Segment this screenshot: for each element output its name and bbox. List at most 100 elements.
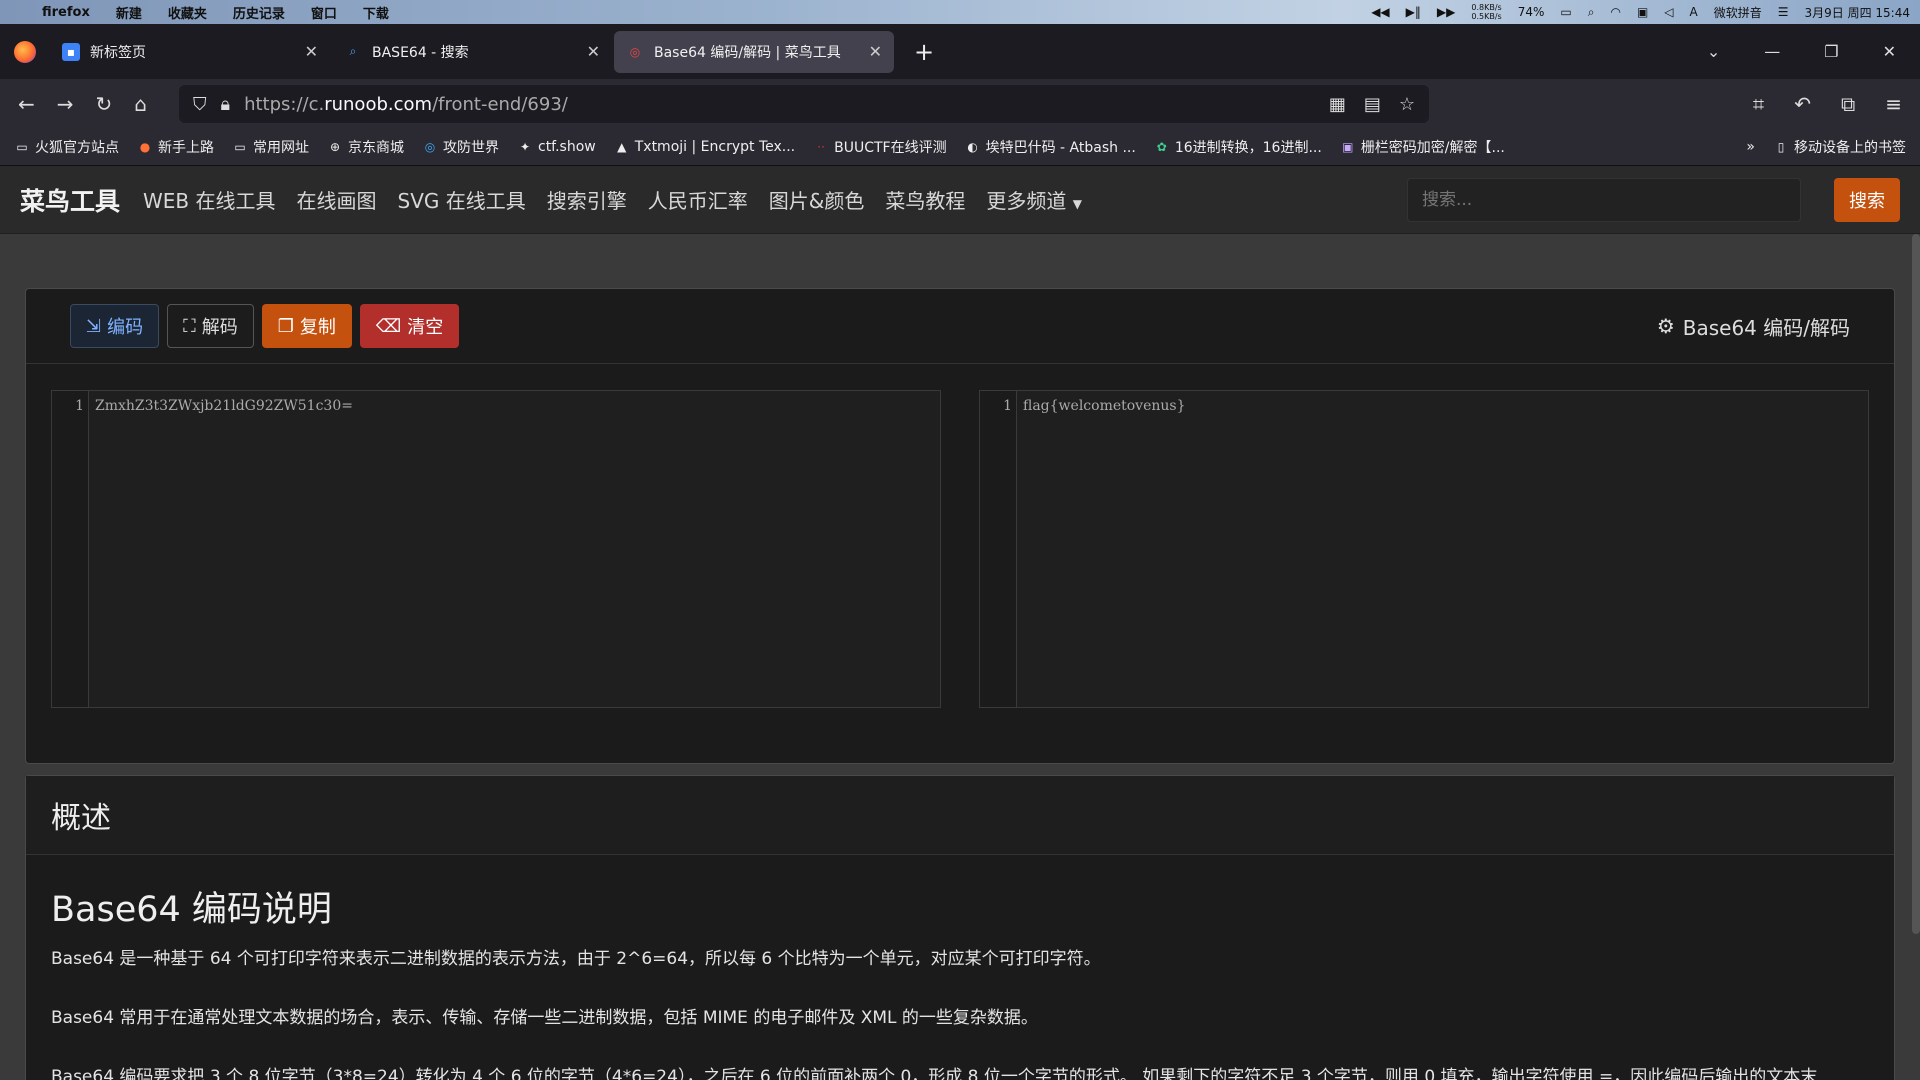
bookmarks-bar: ▭ 火狐官方站点 ● 新手上路 ▭ 常用网址 ⊕ 京东商城 ◎ 攻防世界 ✦ ctf.sho… xyxy=(0,129,1920,166)
tab-base64-search[interactable]: ⌕ BASE64 - 搜索 ✕ xyxy=(332,31,612,73)
site-brand[interactable]: 菜鸟工具 xyxy=(20,182,120,218)
copy-button[interactable]: ❐ 复制 xyxy=(261,304,352,348)
menu-bar: firefox 新建 收藏夹 历史记录 窗口 下载 ◀◀ ▶‖ ▶▶ 0.8KB… xyxy=(0,0,1920,24)
tool-toolbar: ⇲ 编码 ⛶ 解码 ❐ 复制 ⌫ 清空 ⚙ Base64 编码/解码 xyxy=(26,289,1894,364)
nav-rmb-rate[interactable]: 人民币汇率 xyxy=(648,185,748,214)
spotlight-icon[interactable]: ⌕ xyxy=(1588,5,1595,20)
reload-icon[interactable]: ↻ xyxy=(96,92,113,116)
bookmark-item[interactable]: ▲ Txtmoji | Encrypt Tex... xyxy=(614,139,795,155)
encode-label: 编码 xyxy=(107,317,144,338)
base64-tool-panel: ⇲ 编码 ⛶ 解码 ❐ 复制 ⌫ 清空 ⚙ Base64 编码/解码 1 Zmx… xyxy=(25,288,1895,764)
tab-base64-tool[interactable]: ◎ Base64 编码/解码 | 菜鸟工具 ✕ xyxy=(614,30,894,73)
bookmark-item[interactable]: ▭ 常用网址 xyxy=(232,137,309,157)
close-window-icon[interactable]: ✕ xyxy=(1883,42,1896,61)
display-icon[interactable]: ▣ xyxy=(1637,5,1648,19)
forward-icon[interactable]: ▶▶ xyxy=(1437,5,1455,19)
bookmark-item[interactable]: ◎ 攻防世界 xyxy=(422,137,499,157)
back-icon[interactable]: ← xyxy=(18,92,35,116)
bookmark-item[interactable]: ▭ 火狐官方站点 xyxy=(14,137,119,157)
list-tabs-icon[interactable]: ⌄ xyxy=(1707,42,1720,61)
menu-item-download[interactable]: 下载 xyxy=(363,3,389,22)
menu-icon[interactable]: ≡ xyxy=(1885,92,1902,116)
volume-icon[interactable]: ◁ xyxy=(1664,5,1673,19)
wifi-icon[interactable]: ◠ xyxy=(1610,5,1620,19)
close-icon[interactable]: ✕ xyxy=(869,42,882,61)
encode-button[interactable]: ⇲ 编码 xyxy=(70,304,160,348)
control-center-icon[interactable]: ☰ xyxy=(1778,5,1789,19)
reader-view-icon[interactable]: ▤ xyxy=(1364,94,1381,115)
lock-icon[interactable]: 🔒︎ xyxy=(221,94,231,115)
decode-button[interactable]: ⛶ 解码 xyxy=(167,304,254,348)
bookmark-item[interactable]: ● 新手上路 xyxy=(137,137,214,157)
url-text[interactable]: https://c.runoob.com/front-end/693/ xyxy=(244,94,1315,115)
menu-item-favorites[interactable]: 收藏夹 xyxy=(168,3,207,22)
nav-image-color[interactable]: 图片&颜色 xyxy=(769,185,865,214)
input-editor[interactable]: 1 ZmxhZ3t3ZWxjb21ldG92ZW51c30= xyxy=(51,390,941,708)
minimize-icon[interactable]: — xyxy=(1764,42,1780,61)
triangle-icon: ▲ xyxy=(617,140,627,154)
screenshot-icon[interactable]: ⌗ xyxy=(1753,92,1764,116)
mobile-bookmarks[interactable]: ▯ 移动设备上的书签 xyxy=(1773,137,1906,157)
site-icon: ◐ xyxy=(967,140,978,154)
site-icon: ·· xyxy=(817,140,825,154)
input-source-icon[interactable]: A xyxy=(1690,5,1698,19)
menu-item-window[interactable]: 窗口 xyxy=(311,3,337,22)
eraser-icon: ⌫ xyxy=(375,315,402,337)
menu-app-name[interactable]: firefox xyxy=(42,5,90,20)
runner-icon: ✦ xyxy=(519,140,531,154)
site-icon: ▣ xyxy=(1342,140,1354,154)
bookmark-item[interactable]: ▣ 栅栏密码加密/解密【... xyxy=(1340,137,1505,157)
bookmark-item[interactable]: ⊕ 京东商城 xyxy=(327,137,404,157)
tracking-shield-icon[interactable]: ⛉ xyxy=(193,94,207,115)
extensions-icon[interactable]: ⧉ xyxy=(1841,92,1855,116)
bookmark-item[interactable]: ·· BUUCTF在线评测 xyxy=(813,137,946,157)
nav-svg-tools[interactable]: SVG 在线工具 xyxy=(398,185,526,214)
output-editor[interactable]: 1 flag{welcometovenus} xyxy=(979,390,1869,708)
line-number: 1 xyxy=(980,391,1017,707)
caret-down-icon: ▼ xyxy=(1072,197,1082,211)
rewind-icon[interactable]: ◀◀ xyxy=(1371,5,1389,19)
tab-title: Base64 编码/解码 | 菜鸟工具 xyxy=(654,44,841,61)
new-tab-icon: ▪ xyxy=(62,42,80,61)
page-scrollbar[interactable] xyxy=(1912,234,1920,934)
copy-label: 复制 xyxy=(299,317,336,338)
clear-button[interactable]: ⌫ 清空 xyxy=(359,304,460,348)
tab-new-tab[interactable]: ▪ 新标签页 ✕ xyxy=(50,31,330,73)
folder-icon: ▭ xyxy=(16,140,28,154)
bookmark-item[interactable]: ✿ 16进制转换，16进制... xyxy=(1154,137,1322,157)
bookmark-item[interactable]: ◐ 埃特巴什码 - Atbash ... xyxy=(965,137,1135,157)
menu-item-history[interactable]: 历史记录 xyxy=(233,3,285,22)
forward-icon[interactable]: → xyxy=(57,92,74,116)
close-icon[interactable]: ✕ xyxy=(587,42,600,61)
clock[interactable]: 3月9日 周四 15:44 xyxy=(1805,4,1910,21)
bookmark-item[interactable]: ✦ ctf.show xyxy=(517,139,596,155)
ime-label[interactable]: 微软拼音 xyxy=(1714,4,1762,21)
menu-item-new[interactable]: 新建 xyxy=(116,3,142,22)
nav-online-drawing[interactable]: 在线画图 xyxy=(297,185,377,214)
expand-icon: ⛶ xyxy=(183,315,196,337)
overview-paragraph: Base64 常用于在通常处理文本数据的场合，表示、传输、存储一些二进制数据，包… xyxy=(51,1008,1038,1028)
nav-web-tools[interactable]: WEB 在线工具 xyxy=(143,185,276,214)
restore-icon[interactable]: ❐ xyxy=(1824,42,1838,61)
new-tab-button[interactable]: + xyxy=(914,38,934,66)
more-bookmarks-icon[interactable]: » xyxy=(1746,139,1755,155)
firefox-logo-icon xyxy=(14,40,36,63)
bookmark-star-icon[interactable]: ☆ xyxy=(1399,94,1415,115)
url-bar[interactable]: ⛉ 🔒︎ https://c.runoob.com/front-end/693/… xyxy=(179,85,1429,123)
play-pause-icon[interactable]: ▶‖ xyxy=(1406,5,1421,19)
undo-icon[interactable]: ↶ xyxy=(1794,92,1811,116)
battery-icon[interactable]: ▭ xyxy=(1560,5,1571,19)
nav-search-engine[interactable]: 搜索引擎 xyxy=(547,185,627,214)
tool-title: ⚙ Base64 编码/解码 xyxy=(1656,314,1850,340)
input-text[interactable]: ZmxhZ3t3ZWxjb21ldG92ZW51c30= xyxy=(95,398,353,414)
nav-more-channels[interactable]: 更多频道 ▼ xyxy=(986,185,1082,214)
site-search-input[interactable] xyxy=(1407,177,1801,222)
site-search-button[interactable]: 搜索 xyxy=(1834,177,1900,222)
home-icon[interactable]: ⌂ xyxy=(134,92,147,116)
compress-icon: ⇲ xyxy=(86,315,102,337)
overview-panel: 概述 Base64 编码说明 Base64 是一种基于 64 个可打印字符来表示… xyxy=(25,775,1895,1080)
output-text[interactable]: flag{welcometovenus} xyxy=(1023,398,1186,414)
qr-code-icon[interactable]: ▦ xyxy=(1329,94,1346,115)
close-icon[interactable]: ✕ xyxy=(305,42,318,61)
nav-runoob-tutorial[interactable]: 菜鸟教程 xyxy=(885,185,965,214)
